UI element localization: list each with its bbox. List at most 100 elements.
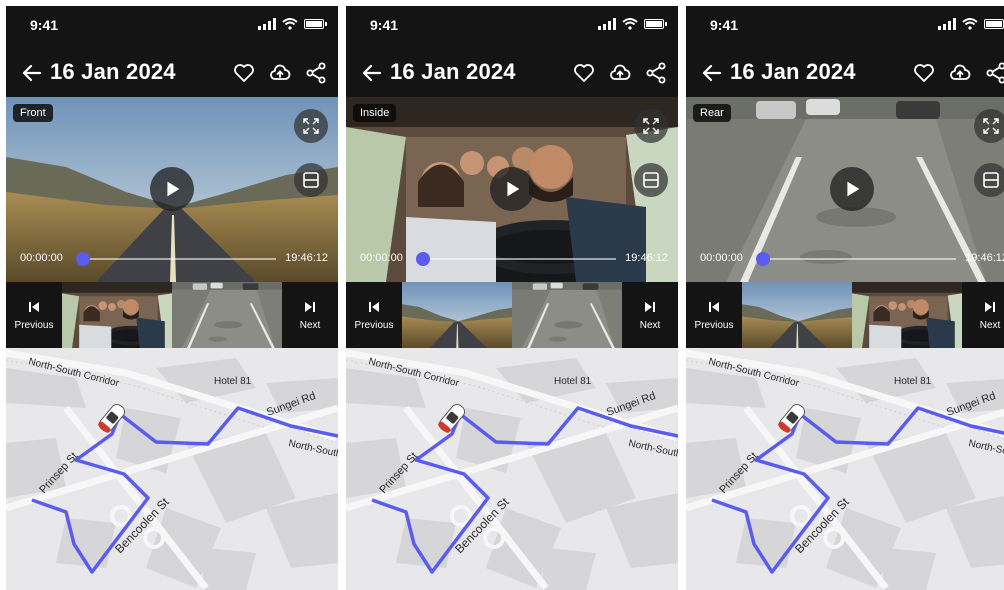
playback-scrubber[interactable]: 00:00:00 19:46:12 xyxy=(6,250,338,268)
progress-track[interactable] xyxy=(82,258,276,260)
previous-button[interactable]: Previous xyxy=(686,282,742,348)
play-button[interactable] xyxy=(490,167,534,211)
phone-screen-inside: 9:41 16 Jan 2024 Inside 00:00:00 19:46:1… xyxy=(346,6,678,590)
back-arrow-icon[interactable] xyxy=(700,61,724,85)
page-title: 16 Jan 2024 xyxy=(50,59,176,84)
wifi-icon xyxy=(962,18,978,30)
total-duration: 19:46:12 xyxy=(965,252,1004,264)
fullscreen-button[interactable] xyxy=(634,109,668,143)
inside-camera-scene xyxy=(852,282,962,348)
map-view[interactable]: North-South Corridor Hotel 81 Sungei Rd … xyxy=(346,348,678,590)
previous-button[interactable]: Previous xyxy=(346,282,402,348)
route-map[interactable]: North-South Corridor Hotel 81 Sungei Rd … xyxy=(346,348,678,590)
fullscreen-button[interactable] xyxy=(974,109,1004,143)
map-view[interactable]: North-South Corridor Hotel 81 Sungei Rd … xyxy=(686,348,1004,590)
playback-scrubber[interactable]: 00:00:00 19:46:12 xyxy=(686,250,1004,268)
clip-thumbnail-inside[interactable] xyxy=(852,282,962,348)
status-time: 9:41 xyxy=(30,17,59,33)
skip-previous-icon xyxy=(709,301,719,312)
expand-icon xyxy=(303,118,319,134)
split-view-button[interactable] xyxy=(974,163,1004,197)
map-view[interactable]: North-South Corridor Hotel 81 Sungei Rd … xyxy=(6,348,338,590)
back-arrow-icon[interactable] xyxy=(20,61,44,85)
split-view-button[interactable] xyxy=(294,163,328,197)
cloud-upload-icon[interactable] xyxy=(948,61,972,85)
next-button[interactable]: Next xyxy=(962,282,1004,348)
play-icon xyxy=(507,181,520,197)
map-label-hotel: Hotel 81 xyxy=(554,376,592,387)
video-player[interactable]: Inside 00:00:00 19:46:12 xyxy=(346,97,678,282)
heart-icon[interactable] xyxy=(232,61,256,85)
video-player[interactable]: Front 00:00:00 19:46:12 xyxy=(6,97,338,282)
share-icon[interactable] xyxy=(644,61,668,85)
progress-track[interactable] xyxy=(762,258,956,260)
expand-icon xyxy=(983,118,999,134)
previous-label: Previous xyxy=(14,319,54,331)
skip-previous-icon xyxy=(369,301,379,312)
play-icon xyxy=(167,181,180,197)
next-label: Next xyxy=(979,319,1001,331)
clip-thumbnail-inside[interactable] xyxy=(62,282,172,348)
next-button[interactable]: Next xyxy=(282,282,338,348)
skip-next-icon xyxy=(645,301,655,312)
previous-label: Previous xyxy=(354,319,394,331)
signal-icon xyxy=(938,18,956,30)
split-view-icon xyxy=(303,172,319,188)
signal-icon xyxy=(598,18,616,30)
skip-next-icon xyxy=(985,301,995,312)
cloud-upload-icon[interactable] xyxy=(268,61,292,85)
rear-camera-scene xyxy=(512,282,622,348)
playback-scrubber[interactable]: 00:00:00 19:46:12 xyxy=(346,250,678,268)
page-title: 16 Jan 2024 xyxy=(730,59,856,84)
inside-camera-scene xyxy=(62,282,172,348)
play-button[interactable] xyxy=(830,167,874,211)
route-map[interactable]: North-South Corridor Hotel 81 Sungei Rd … xyxy=(686,348,1004,590)
progress-knob[interactable] xyxy=(756,252,770,266)
clip-thumbnail-front[interactable] xyxy=(742,282,852,348)
battery-icon xyxy=(984,19,1004,29)
map-label-hotel: Hotel 81 xyxy=(214,376,252,387)
next-button[interactable]: Next xyxy=(622,282,678,348)
status-bar: 9:41 xyxy=(346,6,678,46)
status-time: 9:41 xyxy=(370,17,399,33)
play-button[interactable] xyxy=(150,167,194,211)
status-bar: 9:41 xyxy=(686,6,1004,46)
skip-next-icon xyxy=(305,301,315,312)
top-app-bar: 16 Jan 2024 xyxy=(346,50,678,98)
battery-icon xyxy=(644,19,667,29)
progress-knob[interactable] xyxy=(416,252,430,266)
clip-thumbnail-front[interactable] xyxy=(402,282,512,348)
battery-icon xyxy=(304,19,327,29)
status-bar: 9:41 xyxy=(6,6,338,46)
share-icon[interactable] xyxy=(984,61,1004,85)
heart-icon[interactable] xyxy=(572,61,596,85)
total-duration: 19:46:12 xyxy=(285,252,328,264)
progress-track[interactable] xyxy=(422,258,616,260)
clip-thumbnail-strip: Previous Next xyxy=(346,282,678,348)
previous-button[interactable]: Previous xyxy=(6,282,62,348)
back-arrow-icon[interactable] xyxy=(360,61,384,85)
wifi-icon xyxy=(282,18,298,30)
split-view-icon xyxy=(643,172,659,188)
share-icon[interactable] xyxy=(304,61,328,85)
status-time: 9:41 xyxy=(710,17,739,33)
clip-thumbnail-rear[interactable] xyxy=(172,282,282,348)
route-map[interactable]: North-South Corridor Hotel 81 Sungei Rd … xyxy=(6,348,338,590)
previous-label: Previous xyxy=(694,319,734,331)
split-view-button[interactable] xyxy=(634,163,668,197)
play-icon xyxy=(847,181,860,197)
current-time: 00:00:00 xyxy=(360,252,403,264)
map-label-hotel: Hotel 81 xyxy=(894,376,932,387)
progress-knob[interactable] xyxy=(76,252,90,266)
clip-thumbnail-strip: Previous Next xyxy=(6,282,338,348)
video-player[interactable]: Rear 00:00:00 19:46:12 xyxy=(686,97,1004,282)
top-app-bar: 16 Jan 2024 xyxy=(6,50,338,98)
split-view-icon xyxy=(983,172,999,188)
front-camera-scene xyxy=(742,282,852,348)
heart-icon[interactable] xyxy=(912,61,936,85)
clip-thumbnail-rear[interactable] xyxy=(512,282,622,348)
phone-screen-rear: 9:41 16 Jan 2024 Rear 00:00:00 19:46:12 … xyxy=(686,6,1004,590)
camera-badge: Front xyxy=(13,104,53,122)
fullscreen-button[interactable] xyxy=(294,109,328,143)
cloud-upload-icon[interactable] xyxy=(608,61,632,85)
